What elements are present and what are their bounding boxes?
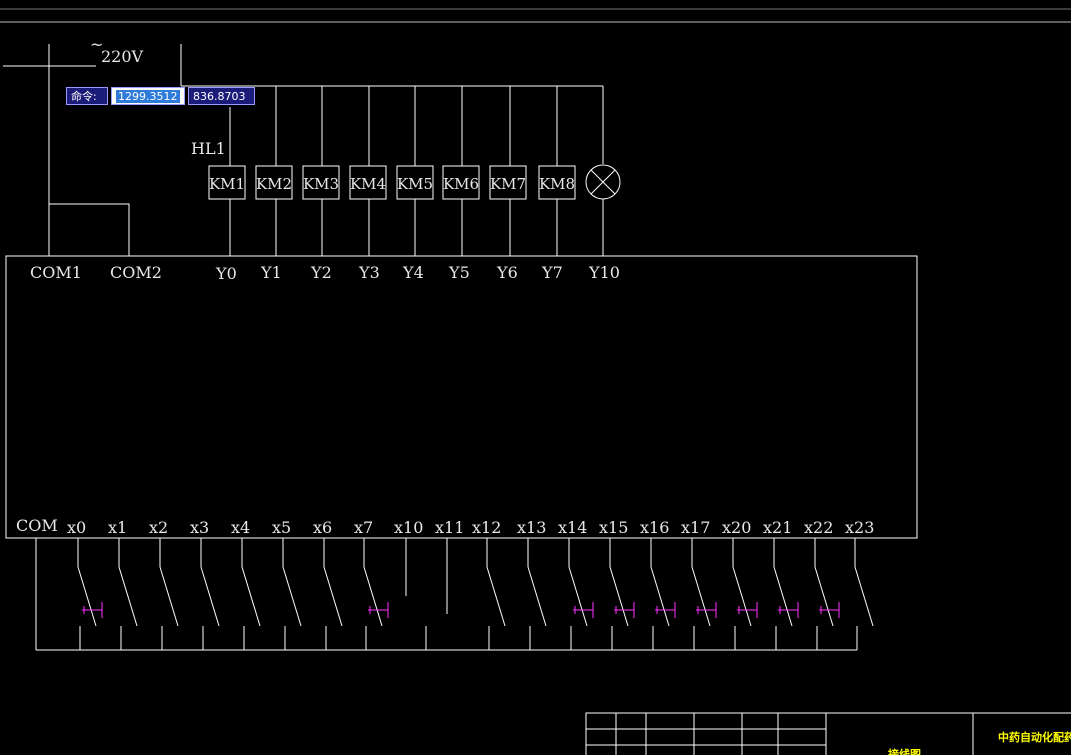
- terminal-x20: x20: [722, 518, 751, 537]
- input-switches: [77, 538, 874, 650]
- terminal-x2: x2: [149, 518, 168, 537]
- terminal-com2: COM2: [110, 263, 162, 282]
- pushbutton-switch-icon[interactable]: [609, 538, 635, 650]
- switch-icon[interactable]: [486, 538, 506, 650]
- terminal-x22: x22: [804, 518, 833, 537]
- pushbutton-switch-icon[interactable]: [363, 538, 389, 650]
- terminal-x21: x21: [763, 518, 792, 537]
- terminal-x3: x3: [190, 518, 209, 537]
- supply-wiring: [3, 44, 603, 256]
- command-label: 命令:: [66, 87, 108, 105]
- indicator-lamp-icon[interactable]: [585, 164, 621, 200]
- coil-km3[interactable]: KM3: [302, 165, 340, 200]
- switch-icon[interactable]: [118, 538, 138, 650]
- coil-label: KM2: [256, 175, 292, 193]
- switch-icon[interactable]: [159, 538, 179, 650]
- lamp-label: HL1: [191, 139, 226, 158]
- supply-voltage-label: 220V: [101, 47, 144, 66]
- terminal-y5: Y5: [448, 263, 470, 282]
- pushbutton-switch-icon[interactable]: [773, 538, 799, 650]
- terminal-y1: Y1: [260, 263, 282, 282]
- switch-icon[interactable]: [854, 538, 874, 650]
- terminal-x15: x15: [599, 518, 628, 537]
- command-tooltip[interactable]: 命令: 1299.3512 836.8703: [66, 87, 255, 105]
- terminal-x5: x5: [272, 518, 291, 537]
- pushbutton-switch-icon[interactable]: [77, 538, 103, 650]
- switch-icon[interactable]: [527, 538, 547, 650]
- title-block-title: 中药自动化配药设备: [998, 730, 1071, 744]
- terminal-x0: x0: [67, 518, 86, 537]
- terminal-y7: Y7: [541, 263, 563, 282]
- output-wiring: [229, 86, 604, 256]
- terminal-x16: x16: [640, 518, 669, 537]
- terminal-x1: x1: [108, 518, 127, 537]
- coil-km5[interactable]: KM5: [396, 165, 434, 200]
- terminal-x4: x4: [231, 518, 250, 537]
- terminal-x10: x10: [394, 518, 423, 537]
- coil-km1[interactable]: KM1: [208, 165, 246, 200]
- terminal-x11: x11: [435, 518, 464, 537]
- input-wiring: [35, 538, 857, 651]
- pushbutton-switch-icon[interactable]: [732, 538, 758, 650]
- terminal-y6: Y6: [496, 263, 518, 282]
- coil-km4[interactable]: KM4: [349, 165, 387, 200]
- coil-label: KM4: [350, 175, 386, 193]
- terminal-x17: x17: [681, 518, 710, 537]
- pushbutton-switch-icon[interactable]: [691, 538, 717, 650]
- plc-body[interactable]: [5, 255, 918, 539]
- coil-label: KM6: [443, 175, 479, 193]
- terminal-x7: x7: [354, 518, 373, 537]
- coil-km2[interactable]: KM2: [255, 165, 293, 200]
- switch-icon[interactable]: [282, 538, 302, 650]
- coil-label: KM5: [397, 175, 433, 193]
- terminal-x13: x13: [517, 518, 546, 537]
- coil-label: KM1: [209, 175, 245, 193]
- terminal-y2: Y2: [310, 263, 332, 282]
- pushbutton-switch-icon[interactable]: [568, 538, 594, 650]
- coil-label: KM7: [490, 175, 526, 193]
- drawing-canvas[interactable]: ~ 220V HL1 KM1 KM2 KM3 KM4 KM5 KM6 KM7 K…: [0, 0, 1071, 755]
- terminal-y10: Y10: [588, 263, 620, 282]
- coil-km6[interactable]: KM6: [442, 165, 480, 200]
- terminal-x14: x14: [558, 518, 587, 537]
- command-x-input[interactable]: 1299.3512: [111, 87, 185, 105]
- command-y-input[interactable]: 836.8703: [188, 87, 255, 105]
- terminal-y4: Y4: [402, 263, 424, 282]
- terminal-y0: Y0: [215, 264, 237, 283]
- terminal-com: COM: [16, 516, 58, 535]
- pushbutton-switch-icon[interactable]: [650, 538, 676, 650]
- terminal-y3: Y3: [358, 263, 380, 282]
- coil-km8[interactable]: KM8: [538, 165, 576, 200]
- switch-icon[interactable]: [241, 538, 261, 650]
- coil-km7[interactable]: KM7: [489, 165, 527, 200]
- coil-label: KM8: [539, 175, 575, 193]
- pushbutton-switch-icon[interactable]: [814, 538, 840, 650]
- terminal-com1: COM1: [30, 263, 82, 282]
- terminal-x23: x23: [845, 518, 874, 537]
- switch-icon[interactable]: [200, 538, 220, 650]
- switch-icon[interactable]: [323, 538, 343, 650]
- terminal-x6: x6: [313, 518, 332, 537]
- coil-label: KM3: [303, 175, 339, 193]
- title-block-subtitle: 接线图: [888, 747, 921, 755]
- terminal-x12: x12: [472, 518, 501, 537]
- command-x-value: 1299.3512: [116, 90, 180, 103]
